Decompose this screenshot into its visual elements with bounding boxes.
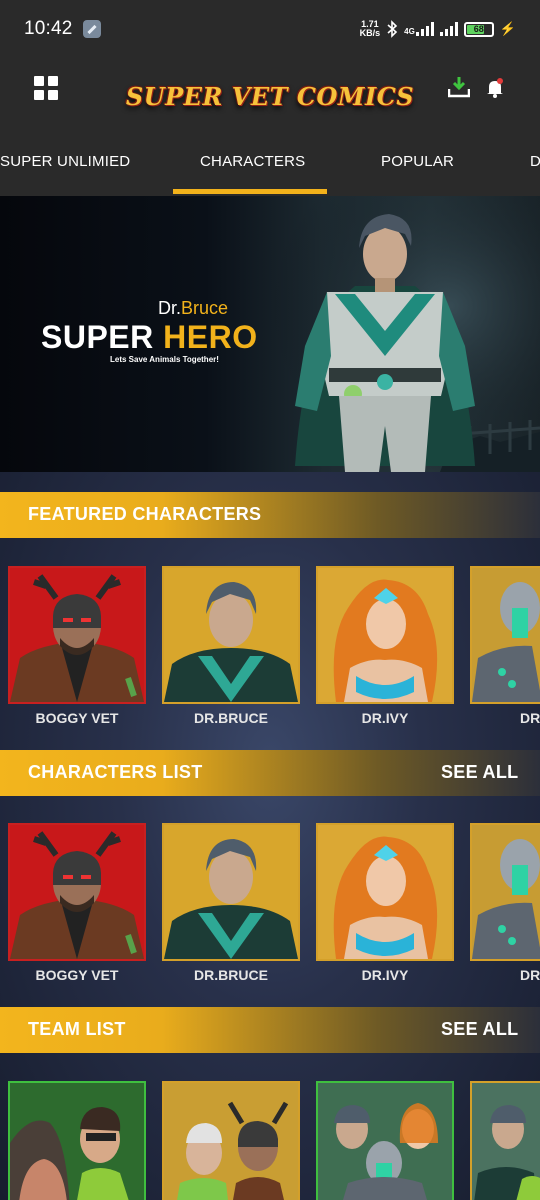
character-card-label: DR (520, 967, 540, 983)
robot-vet-portrait (472, 568, 540, 702)
tab-characters[interactable]: CHARACTERS (200, 153, 305, 170)
dr-bruce-portrait (164, 825, 298, 959)
speed-unit: KB/s (359, 28, 381, 38)
charging-icon: ⚡ (499, 21, 516, 36)
boggy-vet-portrait (10, 568, 144, 702)
category-tabs: SUPER UNLIMIED CHARACTERS POPULAR D (0, 138, 540, 196)
team-card-4[interactable] (470, 1081, 540, 1200)
banner-name-prefix: Dr. (158, 298, 182, 318)
active-tab-indicator (173, 189, 327, 194)
boggy-vet-portrait (10, 825, 144, 959)
tab-popular[interactable]: POPULAR (381, 153, 454, 170)
team-2-image (164, 1083, 298, 1200)
cellular-signal-1: 4G (404, 22, 434, 36)
banner-name-highlight: Bruce (181, 298, 229, 318)
battery-level: 68 (473, 24, 484, 34)
hero-banner[interactable]: Dr.Bruce SUPER HERO Lets Save Animals To… (0, 196, 540, 472)
app-notification-icon (82, 20, 101, 38)
network-type: 4G (404, 27, 415, 36)
featured-card-label: BOGGY VET (35, 710, 119, 726)
dr-bruce-portrait (164, 568, 298, 702)
team-list-title: TEAM LIST (28, 1019, 126, 1039)
main-content: FEATURED CHARACTERS BOGGY VET DR.BRUCE D… (0, 472, 540, 1200)
character-card-dr-partial[interactable] (470, 823, 540, 961)
cellular-signal-2 (439, 22, 458, 36)
featured-section-header: FEATURED CHARACTERS (0, 492, 540, 538)
team-card-3[interactable] (316, 1081, 454, 1200)
character-card-label: DR.IVY (361, 967, 409, 983)
battery-icon: 68 (463, 21, 494, 37)
banner-title: SUPER HERO (41, 319, 258, 356)
team-see-all-button[interactable]: SEE ALL (441, 1019, 518, 1040)
featured-card-label: DR.BRUCE (194, 710, 268, 726)
team-4-image (472, 1083, 540, 1200)
tab-truncated[interactable]: D (530, 153, 540, 170)
app-header: SUPER VET COMICS (0, 58, 540, 138)
characters-see-all-button[interactable]: SEE ALL (441, 762, 518, 783)
featured-card-dr-ivy[interactable] (316, 566, 454, 704)
download-icon[interactable] (448, 76, 470, 98)
status-time: 10:42 (24, 18, 73, 39)
featured-card-dr-partial[interactable] (470, 566, 540, 704)
characters-list-section-header: CHARACTERS LIST SEE ALL (0, 750, 540, 796)
featured-card-dr-bruce[interactable] (162, 566, 300, 704)
dr-ivy-portrait (318, 825, 452, 959)
network-speed: 1.71 KB/s (360, 20, 381, 38)
team-card-2[interactable] (162, 1081, 300, 1200)
banner-title-word1: SUPER (41, 319, 154, 355)
featured-section-title: FEATURED CHARACTERS (28, 504, 262, 524)
status-bar: 10:42 1.71 KB/s 4G 68 ⚡ (0, 0, 540, 58)
team-3-image (318, 1083, 452, 1200)
banner-title-word2: HERO (163, 319, 258, 355)
hero-figure-image (295, 214, 475, 472)
app-screen: 10:42 1.71 KB/s 4G 68 ⚡ SUPER VET COMICS (0, 0, 540, 1200)
team-list-section-header: TEAM LIST SEE ALL (0, 1007, 540, 1053)
character-card-dr-ivy[interactable] (316, 823, 454, 961)
banner-tagline: Lets Save Animals Together! (110, 355, 219, 364)
bell-icon[interactable] (486, 78, 504, 98)
character-card-boggy-vet[interactable] (8, 823, 146, 961)
featured-card-label: DR.IVY (361, 710, 409, 726)
featured-card-boggy-vet[interactable] (8, 566, 146, 704)
character-card-label: BOGGY VET (35, 967, 119, 983)
character-card-dr-bruce[interactable] (162, 823, 300, 961)
dr-ivy-portrait (318, 568, 452, 702)
status-indicators: 1.71 KB/s 4G 68 ⚡ (360, 20, 516, 38)
tab-super-unlimited[interactable]: SUPER UNLIMIED (0, 153, 130, 170)
banner-hero-name: Dr.Bruce (158, 298, 228, 319)
character-card-label: DR.BRUCE (194, 967, 268, 983)
robot-vet-portrait (472, 825, 540, 959)
featured-card-label: DR (520, 710, 540, 726)
team-1-image (10, 1083, 144, 1200)
characters-list-title: CHARACTERS LIST (28, 762, 203, 782)
team-card-1[interactable] (8, 1081, 146, 1200)
bluetooth-icon (387, 20, 398, 38)
